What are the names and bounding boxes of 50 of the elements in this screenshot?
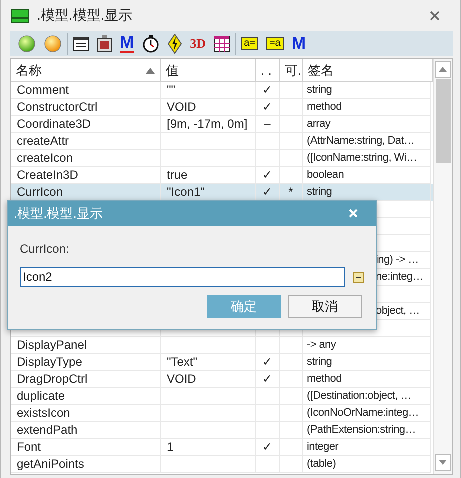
table-row[interactable]: existsIcon (IconNoOrName:integ… [11, 405, 433, 422]
header-label: 名称 [16, 62, 42, 80]
table-row[interactable]: Comment "" ✓ string [11, 82, 433, 99]
header-label: . . [261, 62, 272, 80]
circle-icon [18, 34, 36, 52]
lightning-icon [168, 34, 182, 54]
table-row[interactable]: Coordinate3D [9m, -17m, 0m] – array [11, 116, 433, 133]
table-row[interactable]: DragDropCtrl VOID ✓ method [11, 371, 433, 388]
table-row[interactable]: createAttr (AttrName:string, Dat… [11, 133, 433, 150]
header-label: 签名 [308, 62, 334, 80]
picture-frame-icon [97, 35, 112, 52]
scrollbar[interactable] [433, 59, 452, 474]
table-row[interactable]: Font 1 ✓ integer [11, 439, 433, 456]
selected-row[interactable]: CurrIcon "Icon1" ✓ * string [11, 184, 433, 201]
table-row[interactable]: CreateIn3D true ✓ boolean [11, 167, 433, 184]
frame-button[interactable] [94, 32, 115, 54]
table-row[interactable]: DisplayType "Text" ✓ string [11, 354, 433, 371]
tag-button[interactable]: a= [241, 37, 258, 50]
window-icon [73, 36, 89, 50]
header-label: 可. [285, 62, 302, 80]
sort-icon [146, 68, 155, 74]
table-row[interactable]: duplicate ([Destination:object, … [11, 388, 433, 405]
table-cell: getAniPoints [11, 456, 161, 473]
scroll-down-button[interactable] [435, 454, 451, 471]
grid-icon [214, 36, 230, 52]
window-title: .模型.模型.显示 [37, 6, 134, 25]
tag-button[interactable]: =a [266, 37, 284, 50]
text-3d-button[interactable]: 3D [187, 32, 210, 54]
collapse-icon[interactable] [353, 272, 364, 282]
field-label: CurrIcon: [20, 241, 70, 258]
input-field[interactable]: Icon2 [20, 267, 346, 287]
cancel-button[interactable]: 取消 [288, 295, 362, 318]
scroll-thumb[interactable] [436, 79, 450, 163]
down-arrow-icon [439, 460, 447, 465]
dialog-title: .模型.模型.显示 [14, 204, 103, 223]
table-row[interactable]: ConstructorCtrl VOID ✓ method [11, 99, 433, 116]
app-icon [11, 8, 29, 22]
scroll-up-button[interactable] [435, 61, 451, 78]
mark-button[interactable]: M [117, 32, 138, 54]
close-icon[interactable] [430, 10, 440, 20]
up-arrow-icon [439, 67, 447, 72]
circle-icon [44, 34, 62, 52]
header-label: 值 [166, 62, 179, 80]
table-cell: (table) [303, 456, 431, 473]
table-row[interactable]: extendPath (PathExtension:string… [11, 422, 433, 439]
table-row[interactable]: getAniPoints (table) [11, 456, 433, 473]
stopwatch-icon [142, 34, 160, 52]
table-row[interactable]: DisplayPanel -> any [11, 337, 433, 354]
table-row[interactable]: createIcon ([IconName:string, Wi… [11, 150, 433, 167]
mark-button[interactable]: M [288, 32, 310, 54]
